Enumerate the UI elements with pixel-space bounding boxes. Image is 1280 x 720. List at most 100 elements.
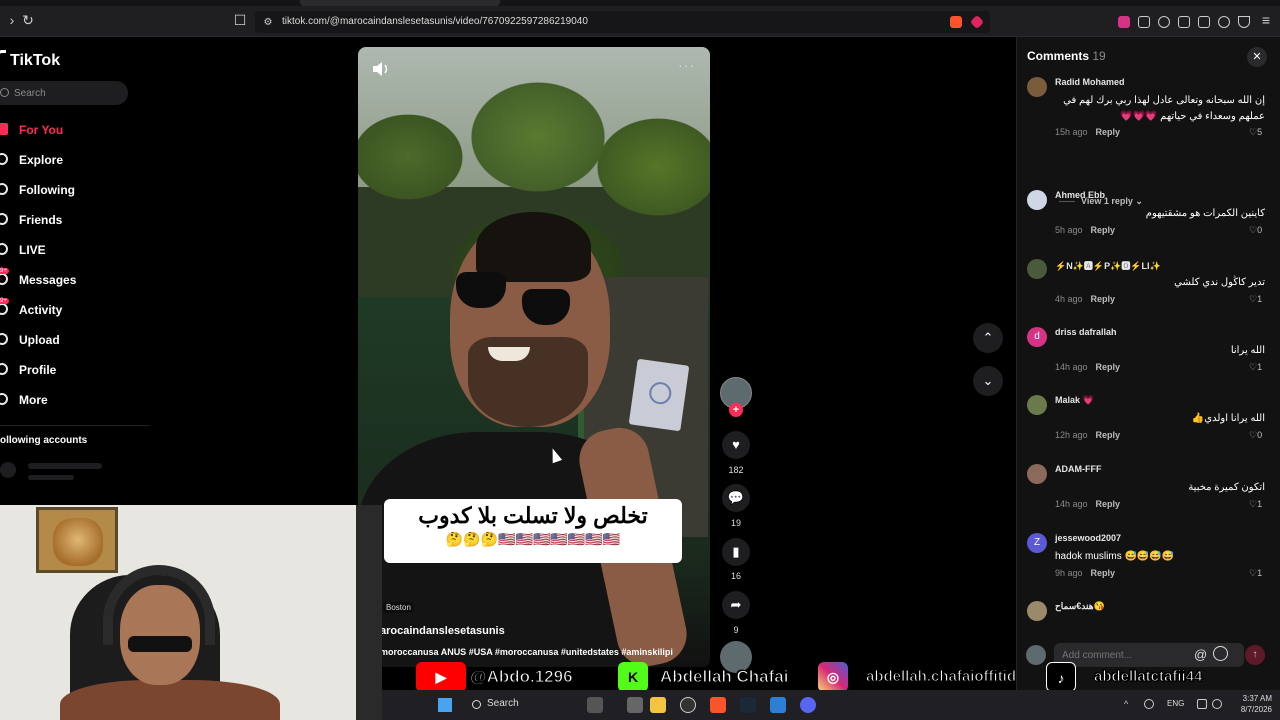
- tiktok-icon: ♪: [1046, 662, 1076, 692]
- mic-icon[interactable]: [1144, 699, 1154, 709]
- reply-button[interactable]: Reply: [1096, 362, 1121, 372]
- like-button[interactable]: ♥: [722, 431, 750, 459]
- task-view-icon[interactable]: [627, 697, 643, 713]
- close-icon[interactable]: ✕: [1247, 47, 1267, 67]
- comment-username[interactable]: ADAM-FFF: [1055, 464, 1102, 474]
- account-skeleton-line: [28, 475, 74, 480]
- comment-like-button[interactable]: ♡1: [1249, 362, 1262, 373]
- tray-chevron-icon[interactable]: ^: [1124, 699, 1134, 709]
- comment-avatar[interactable]: [1027, 601, 1047, 621]
- mention-icon[interactable]: @: [1194, 647, 1207, 662]
- sidebar-icon[interactable]: [1178, 16, 1190, 28]
- comment-avatar[interactable]: [1027, 395, 1047, 415]
- music-icon[interactable]: [1158, 16, 1170, 28]
- streamer-glasses: [128, 636, 192, 652]
- reply-button[interactable]: Reply: [1091, 225, 1116, 235]
- view-replies-button[interactable]: View 1 reply ⌄: [1059, 196, 1143, 207]
- sidebar-item-label: Following: [19, 183, 75, 197]
- sidebar-item-for-you[interactable]: For You: [0, 120, 170, 140]
- webcam-edge: [356, 505, 382, 720]
- share-button[interactable]: ➦: [722, 591, 750, 619]
- file-explorer-icon[interactable]: [650, 697, 666, 713]
- follow-plus-icon[interactable]: +: [729, 403, 743, 417]
- comment-username[interactable]: ⚡N✨🅰⚡P✨🅾⚡LI✨: [1055, 259, 1161, 272]
- comment-like-count: 0: [1257, 430, 1263, 440]
- leo-icon[interactable]: [1218, 16, 1230, 28]
- forward-icon[interactable]: ›: [4, 12, 20, 28]
- comment-text: hadok muslims 😅😅😅😅: [1055, 551, 1175, 562]
- emoji-icon[interactable]: [1213, 646, 1228, 661]
- steam-icon[interactable]: [740, 697, 756, 713]
- reload-icon[interactable]: ↻: [20, 12, 36, 28]
- network-icon[interactable]: [1197, 699, 1207, 709]
- comment-username[interactable]: driss dafrallah: [1055, 327, 1117, 337]
- sidebar-item-messages[interactable]: 9+ Messages: [0, 268, 170, 290]
- discord-icon[interactable]: [800, 697, 816, 713]
- comment-avatar[interactable]: [1027, 190, 1047, 210]
- previous-video-button[interactable]: ⌃: [973, 323, 1003, 353]
- taskbar-search[interactable]: Search: [487, 698, 519, 709]
- comment-avatar[interactable]: Z: [1027, 533, 1047, 553]
- comment-like-button[interactable]: ♡5: [1249, 127, 1262, 138]
- taskbar-search-icon[interactable]: [472, 700, 481, 709]
- sidebar-item-activity[interactable]: 9+ Activity: [0, 298, 170, 320]
- video-author[interactable]: arocaindanslesetasunis: [380, 625, 505, 637]
- active-tab[interactable]: [300, 0, 500, 6]
- activity-icon: [0, 303, 8, 315]
- sidebar-item-more[interactable]: More: [0, 390, 170, 410]
- next-video-button[interactable]: ⌄: [973, 366, 1003, 396]
- windows-start-icon[interactable]: [438, 698, 452, 712]
- comment-username[interactable]: هند€سماح😘: [1055, 601, 1105, 612]
- tiktok-logo[interactable]: TikTok: [10, 52, 60, 70]
- taskbar-app-icon[interactable]: [587, 697, 603, 713]
- site-info-icon[interactable]: ⚙: [260, 15, 276, 31]
- comment-username[interactable]: Radid Mohamed: [1055, 77, 1125, 87]
- search-input[interactable]: Search: [14, 88, 46, 99]
- comment-username[interactable]: jessewood2007: [1055, 533, 1121, 543]
- comment-like-button[interactable]: ♡0: [1249, 430, 1262, 441]
- language-indicator[interactable]: ENG: [1167, 699, 1184, 708]
- comment-like-button[interactable]: ♡1: [1249, 568, 1262, 579]
- reply-button[interactable]: Reply: [1096, 499, 1121, 509]
- wallet-icon[interactable]: [1198, 16, 1210, 28]
- brave-shield-icon[interactable]: [950, 16, 962, 28]
- volume-tray-icon[interactable]: [1212, 699, 1222, 709]
- sidebar-item-live[interactable]: LIVE: [0, 240, 170, 260]
- vpn-icon[interactable]: [1238, 16, 1250, 28]
- comments-count: 19: [1092, 49, 1106, 63]
- comment-avatar[interactable]: [1027, 259, 1047, 279]
- extension-icon[interactable]: [1118, 16, 1130, 28]
- volume-icon[interactable]: [372, 61, 390, 77]
- comment-avatar[interactable]: d: [1027, 327, 1047, 347]
- comment-avatar[interactable]: [1027, 77, 1047, 97]
- bookmark-icon[interactable]: ☐: [232, 12, 248, 28]
- brave-icon[interactable]: [710, 697, 726, 713]
- sidebar-item-explore[interactable]: Explore: [0, 150, 170, 170]
- comment-button[interactable]: 💬: [722, 484, 750, 512]
- comment-avatar[interactable]: [1027, 464, 1047, 484]
- comment-like-button[interactable]: ♡1: [1249, 294, 1262, 305]
- sidebar-item-upload[interactable]: Upload: [0, 330, 170, 350]
- sidebar-item-friends[interactable]: Friends: [0, 210, 170, 230]
- reply-button[interactable]: Reply: [1096, 430, 1121, 440]
- sidebar-item-following[interactable]: Following: [0, 180, 170, 200]
- reply-button[interactable]: Reply: [1096, 127, 1121, 137]
- video-hashtags[interactable]: moroccanusa ANUS #USA #moroccanusa #unit…: [380, 647, 673, 657]
- more-options-icon[interactable]: ···: [678, 57, 695, 73]
- url-text[interactable]: tiktok.com/@marocaindanslesetasunis/vide…: [282, 16, 588, 27]
- save-button[interactable]: ▮: [722, 538, 750, 566]
- location-tag[interactable]: Boston: [383, 602, 414, 613]
- tiktok-logo-icon[interactable]: [0, 50, 6, 66]
- menu-icon[interactable]: ≡: [1258, 12, 1274, 28]
- comment-username[interactable]: Malak 💗: [1055, 395, 1094, 406]
- video-player[interactable]: ··· تخلص ولا تسلت بلا كدوب 🤔🤔🤔🇺🇸🇺🇸🇺🇸🇺🇸🇺🇸…: [358, 47, 710, 667]
- puzzle-icon[interactable]: [1138, 16, 1150, 28]
- comment-like-button[interactable]: ♡0: [1249, 225, 1262, 236]
- clock[interactable]: 3:37 AM 8/7/2026: [1232, 693, 1272, 715]
- reply-button[interactable]: Reply: [1091, 568, 1116, 578]
- sidebar-item-profile[interactable]: Profile: [0, 360, 170, 380]
- reply-button[interactable]: Reply: [1091, 294, 1116, 304]
- photos-icon[interactable]: [770, 697, 786, 713]
- comment-like-button[interactable]: ♡1: [1249, 499, 1262, 510]
- obs-icon[interactable]: [680, 697, 696, 713]
